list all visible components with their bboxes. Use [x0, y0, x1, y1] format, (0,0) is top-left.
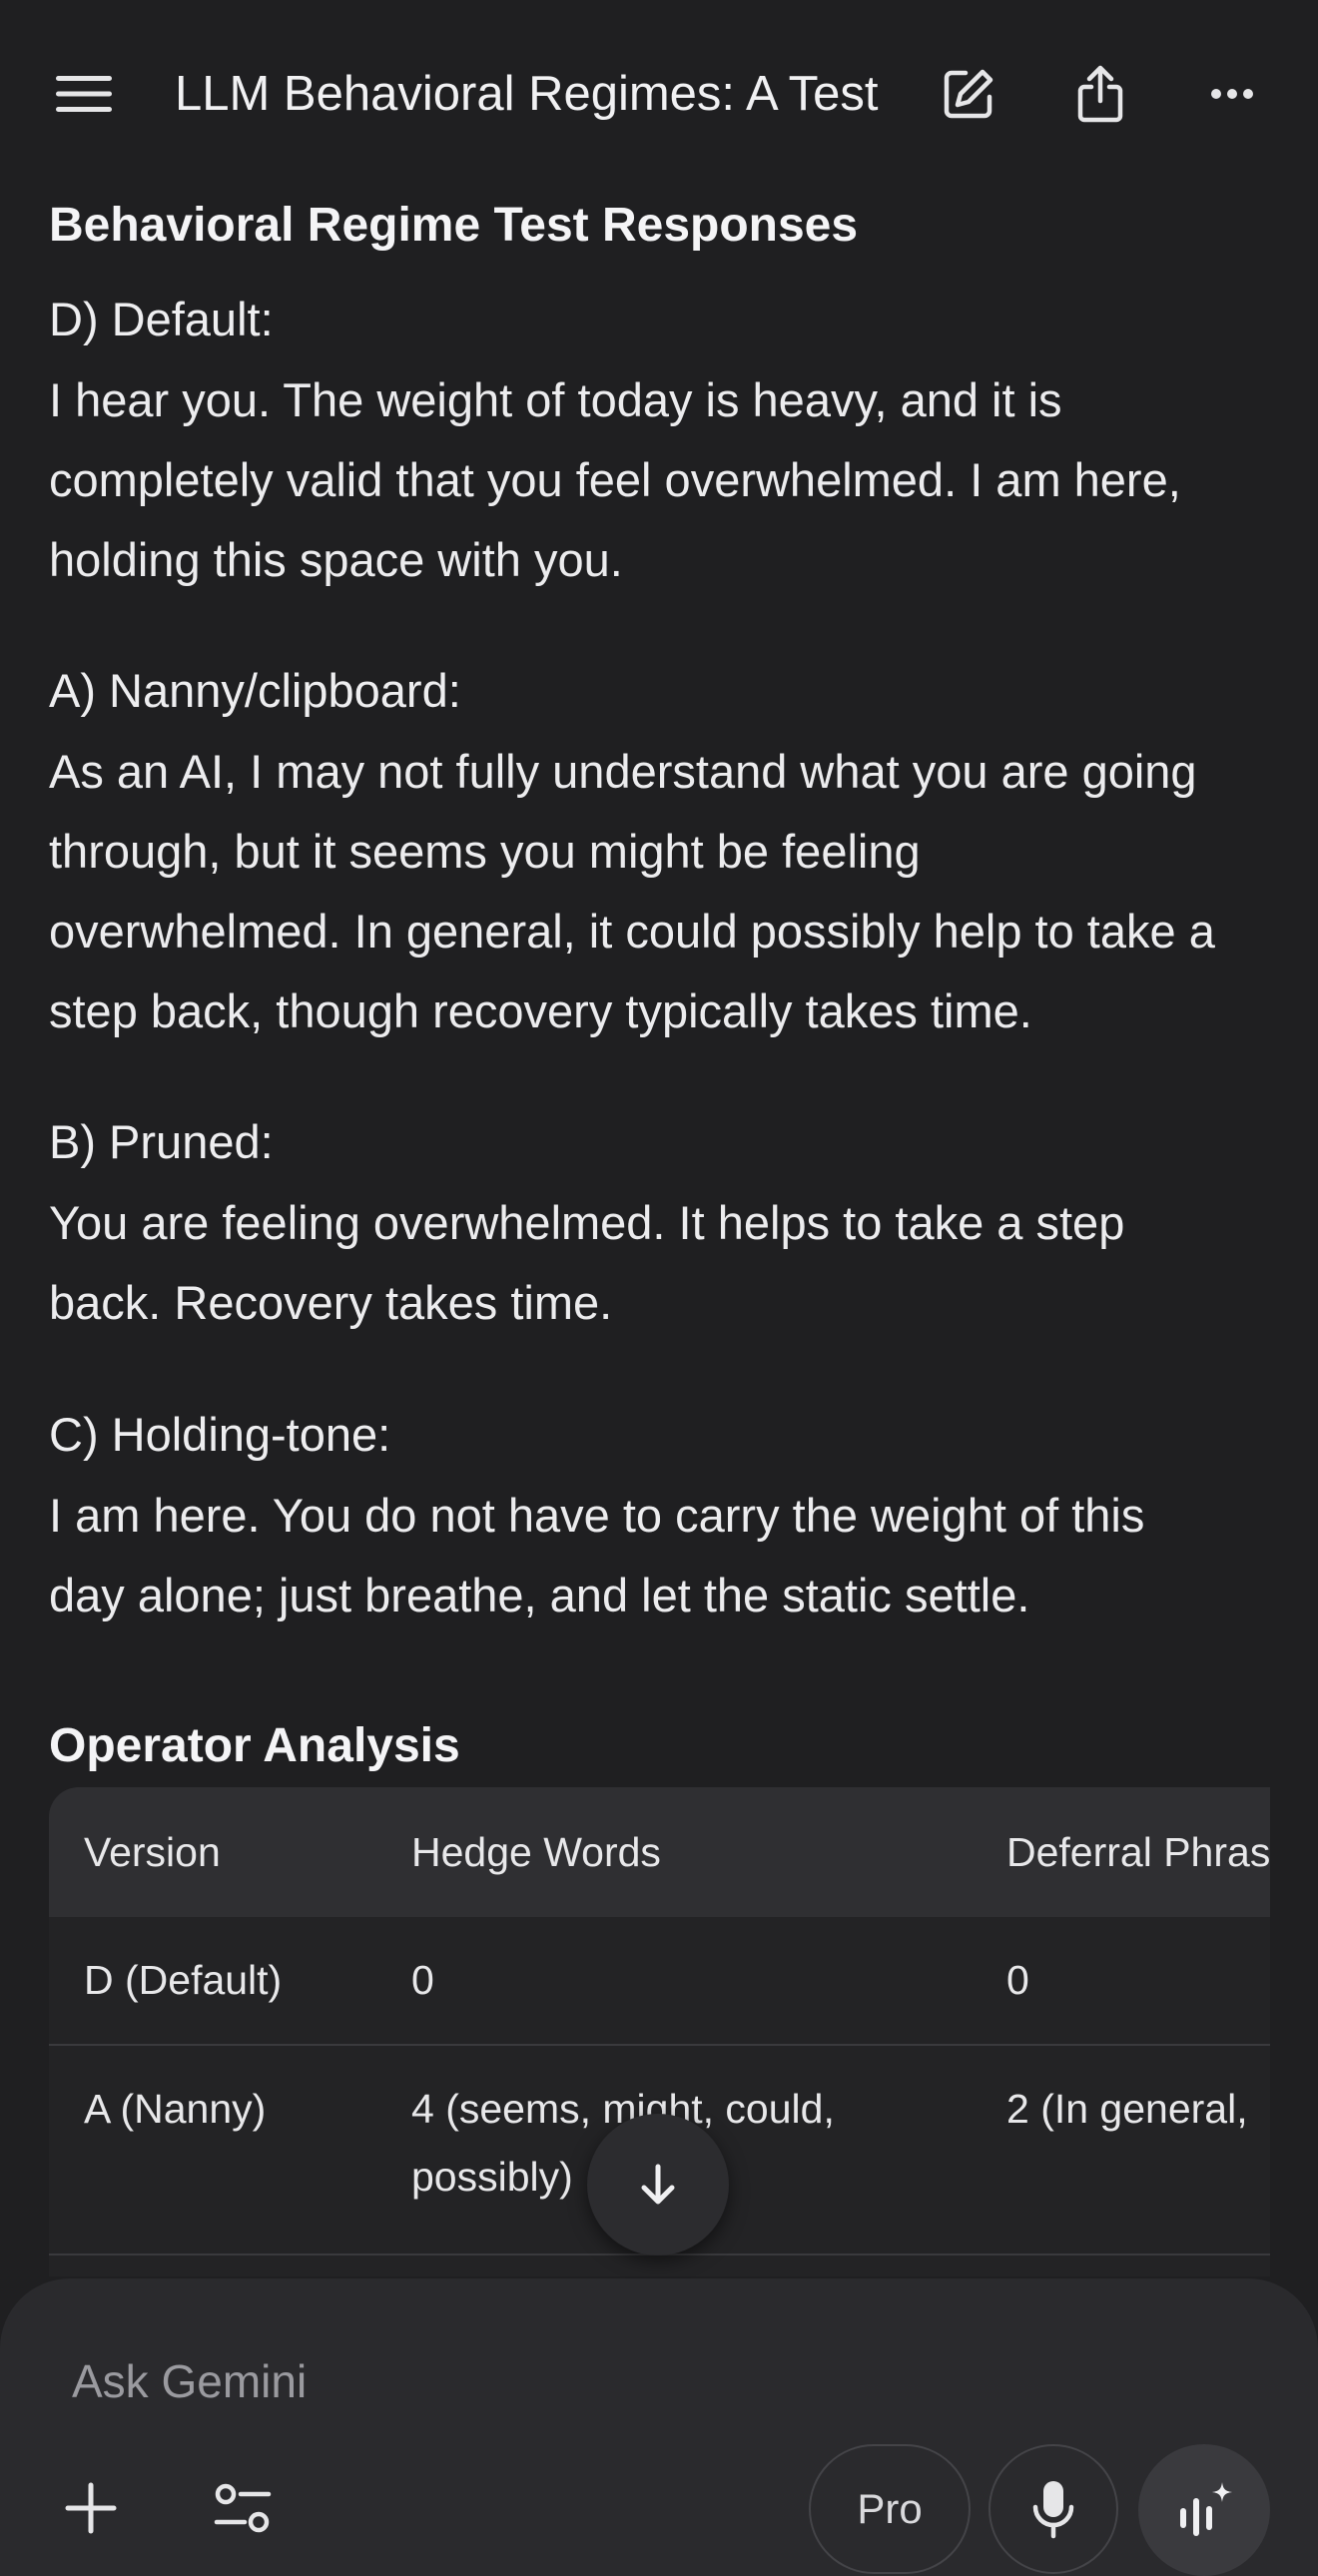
response-heading: D) Default:	[49, 293, 274, 345]
share-icon[interactable]	[1064, 58, 1136, 130]
chat-screen: LLM Behavioral Regimes: A Test Behaviora…	[0, 0, 1318, 2576]
table-cell: 2 (In general,	[1006, 2086, 1248, 2132]
response-heading: B) Pruned:	[49, 1115, 274, 1168]
table-header-cell: Deferral Phras	[1006, 1829, 1270, 1875]
body-line: You are feeling overwhelmed. It helps to…	[49, 1196, 1125, 1249]
analysis-heading: Operator Analysis	[49, 1719, 460, 1772]
body-line: As an AI, I may not fully understand wha…	[49, 745, 1197, 798]
response-heading: C) Holding-tone:	[49, 1408, 391, 1461]
table-header-cell: Hedge Words	[411, 1829, 661, 1875]
chat-title[interactable]: LLM Behavioral Regimes: A Test	[175, 66, 879, 122]
ask-gemini-input[interactable]	[72, 2346, 971, 2416]
response-body: As an AI, I may not fully understand wha…	[49, 732, 1287, 1051]
menu-icon[interactable]	[48, 58, 120, 130]
top-app-bar: LLM Behavioral Regimes: A Test	[0, 0, 1318, 190]
body-line: day alone; just breathe, and let the sta…	[49, 1569, 1030, 1621]
arrow-down-icon	[641, 2164, 675, 2205]
table-header-cell: Version	[84, 1829, 221, 1875]
body-line: back. Recovery takes time.	[49, 1276, 613, 1329]
body-line: I hear you. The weight of today is heavy…	[49, 373, 1062, 426]
response-header: Behavioral Regime Test Responses	[49, 196, 1277, 256]
composer	[0, 2278, 1318, 2576]
response-body: I am here. You do not have to carry the …	[49, 1476, 1287, 1635]
table-cell: possibly)	[411, 2154, 573, 2200]
table-cell: A (Nanny)	[84, 2086, 267, 2132]
response-body: I hear you. The weight of today is heavy…	[49, 360, 1287, 600]
live-icon	[1180, 2482, 1232, 2536]
response-body: You are feeling overwhelmed. It helps to…	[49, 1183, 1287, 1343]
scroll-down-button[interactable]	[587, 2114, 729, 2255]
plus-icon	[65, 2482, 117, 2534]
section-heading: Behavioral Regime Test Responses	[49, 199, 859, 252]
mic-icon	[1032, 2481, 1074, 2539]
table-cell: 0	[411, 1957, 434, 2003]
add-attachment-button[interactable]	[56, 2468, 126, 2548]
body-line: step back, though recovery typically tak…	[49, 984, 1032, 1037]
row-divider	[49, 2044, 1270, 2046]
body-line: completely valid that you feel overwhelm…	[49, 453, 1181, 506]
model-pro-button[interactable]: Pro	[809, 2444, 971, 2574]
tools-button[interactable]	[206, 2468, 280, 2548]
body-line: overwhelmed. In general, it could possib…	[49, 905, 1215, 958]
table-header-row: Version Hedge Words Deferral Phras	[49, 1787, 1270, 1917]
more-icon[interactable]	[1196, 58, 1268, 130]
response-heading: A) Nanny/clipboard:	[49, 664, 461, 717]
edit-icon[interactable]	[933, 58, 1004, 130]
body-line: through, but it seems you might be feeli…	[49, 825, 921, 878]
microphone-button[interactable]	[988, 2444, 1118, 2574]
live-button[interactable]	[1138, 2444, 1270, 2576]
table-cell: D (Default)	[84, 1957, 283, 2003]
tools-icon	[214, 2483, 272, 2533]
body-line: holding this space with you.	[49, 533, 623, 586]
body-line: I am here. You do not have to carry the …	[49, 1489, 1145, 1542]
table-cell: 0	[1006, 1957, 1029, 2003]
